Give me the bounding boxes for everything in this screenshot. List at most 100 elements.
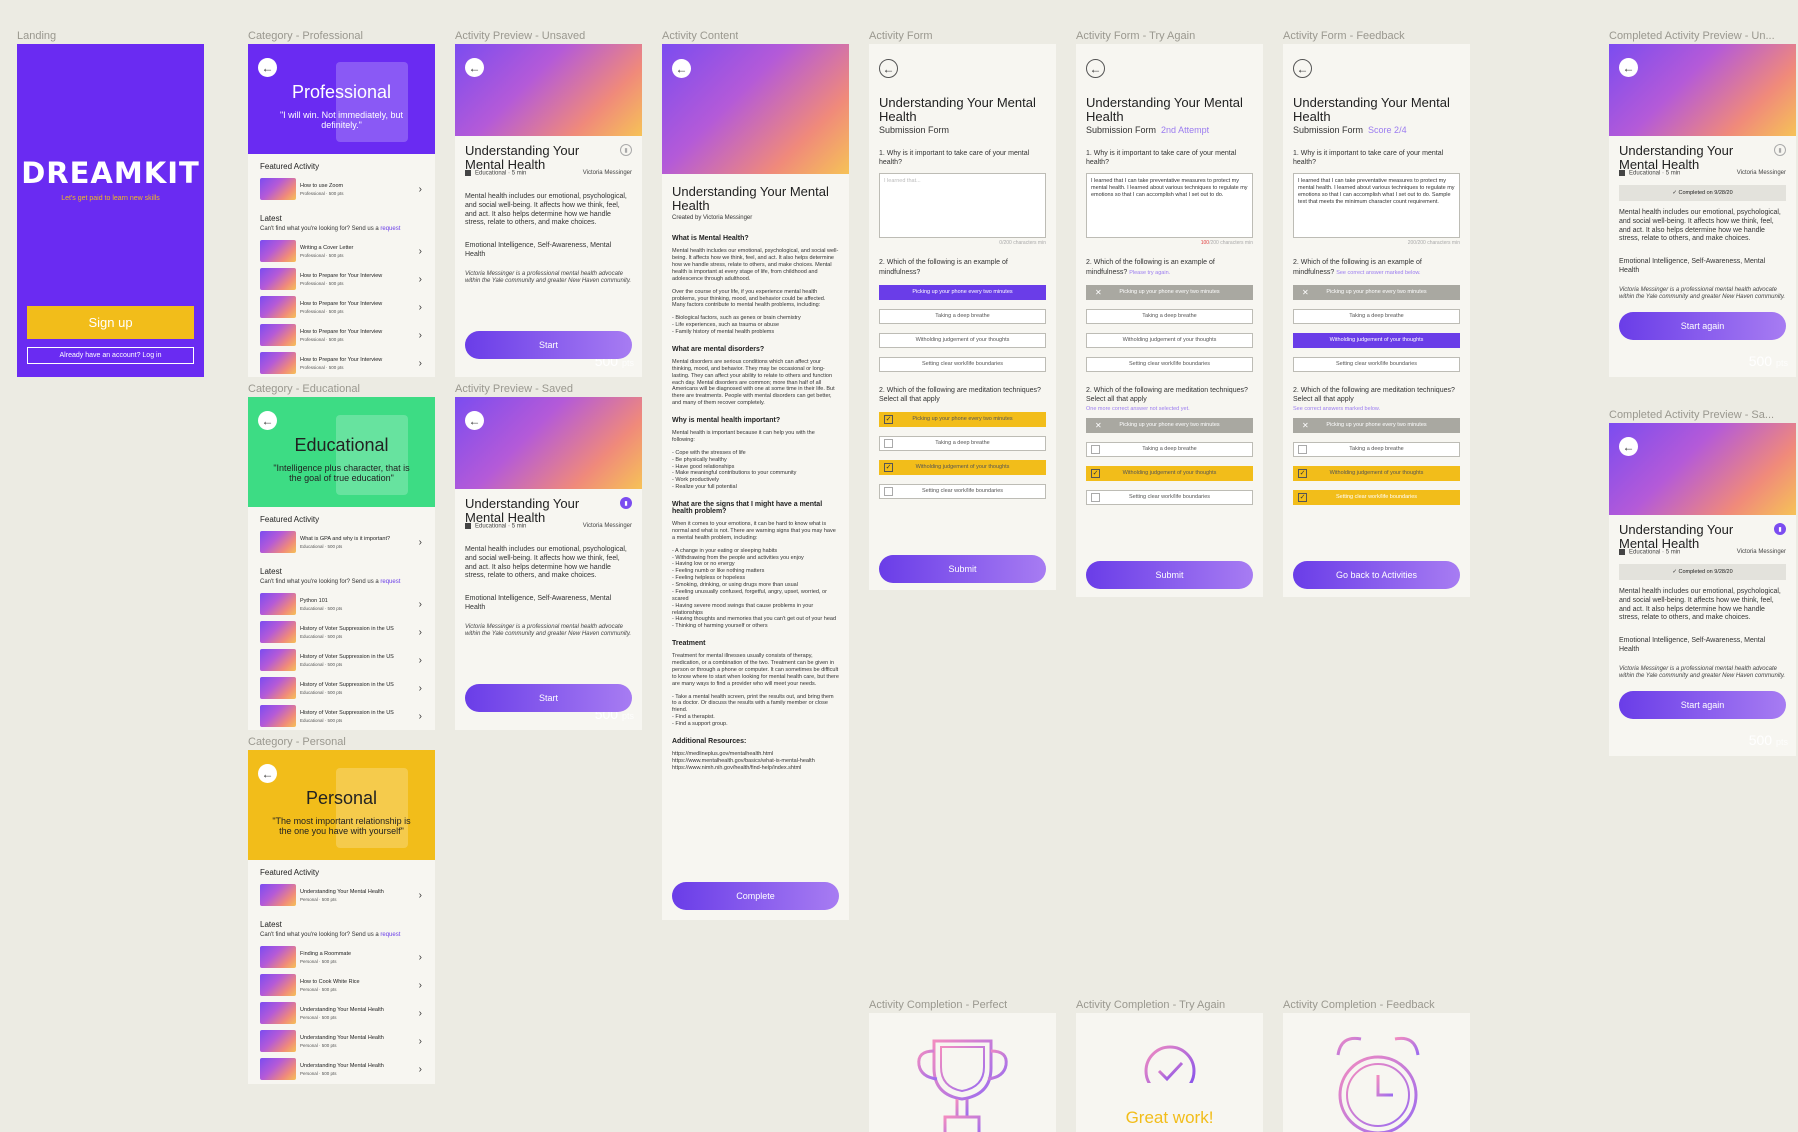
start-button[interactable]: Start bbox=[465, 331, 632, 359]
checkbox-option[interactable]: Setting clear work/life boundaries bbox=[879, 483, 1046, 499]
option-button[interactable]: Setting clear work/life boundaries bbox=[1086, 356, 1253, 372]
option-button[interactable]: Taking a deep breathe bbox=[879, 308, 1046, 324]
go-back-button[interactable]: Go back to Activities bbox=[1293, 561, 1460, 589]
question-2: 2. Which of the following is an example … bbox=[1293, 258, 1460, 276]
list-item[interactable]: Understanding Your Mental Health Personal… bbox=[260, 1058, 422, 1080]
score-badge: Score 2/4 bbox=[1368, 125, 1407, 136]
start-button[interactable]: Start bbox=[465, 684, 632, 712]
frame-label: Category - Educational bbox=[248, 383, 360, 395]
back-arrow-icon[interactable]: ← bbox=[258, 764, 277, 783]
back-arrow-icon[interactable]: ← bbox=[1619, 58, 1638, 77]
featured-activity-row[interactable]: Understanding Your Mental Health Personal… bbox=[260, 884, 422, 906]
activity-meta: Educational · 5 min Victoria Messinger bbox=[465, 523, 632, 530]
checkbox-option[interactable]: Taking a deep breathe bbox=[1086, 441, 1253, 457]
activity-skills: Emotional Intelligence, Self-Awareness, … bbox=[1619, 258, 1766, 274]
bookmark-icon[interactable]: ▮ bbox=[1774, 144, 1786, 156]
option-button[interactable]: Setting clear work/life boundaries bbox=[879, 356, 1046, 372]
form-subtitle: Submission Form bbox=[879, 125, 950, 136]
checkbox-option[interactable]: ✓ Witholding judgement of your thoughts bbox=[879, 459, 1046, 475]
activity-banner bbox=[455, 397, 642, 489]
signup-button[interactable]: Sign up bbox=[27, 306, 194, 339]
points-unit: pts bbox=[621, 711, 634, 721]
request-link[interactable]: request bbox=[380, 932, 400, 938]
activity-author: Victoria Messinger bbox=[1736, 549, 1786, 556]
bookmark-icon[interactable]: ▮ bbox=[620, 144, 632, 156]
login-button[interactable]: Already have an account? Log in bbox=[27, 347, 194, 364]
activity-title: History of Voter Suppression in the US bbox=[300, 653, 394, 660]
featured-activity-row[interactable]: How to use Zoom Professional · 500 pts › bbox=[260, 178, 422, 200]
checkbox-option[interactable]: Setting clear work/life boundaries bbox=[1086, 489, 1253, 505]
list-item[interactable]: Python 101 Educational · 500 pts › bbox=[260, 593, 422, 615]
back-arrow-icon[interactable]: ← bbox=[1086, 59, 1105, 78]
checkbox-option-label: Picking up your phone every two minutes bbox=[1326, 422, 1427, 429]
checkbox-option[interactable]: ✓ Picking up your phone every two minutes bbox=[879, 411, 1046, 427]
bookmark-icon[interactable]: ▮ bbox=[1774, 523, 1786, 535]
checkbox-option-label: Setting clear work/life boundaries bbox=[921, 488, 1003, 495]
option-button[interactable]: Witholding judgement of your thoughts bbox=[1086, 332, 1253, 348]
back-arrow-icon[interactable]: ← bbox=[672, 59, 691, 78]
activity-description: Mental health includes our emotional, ps… bbox=[1619, 588, 1781, 622]
list-item[interactable]: Writing a Cover Letter Professional · 500… bbox=[260, 240, 422, 262]
list-item[interactable]: History of Voter Suppression in the US Ed… bbox=[260, 621, 422, 643]
list-item[interactable]: Understanding Your Mental Health Personal… bbox=[260, 1030, 422, 1052]
category-title: Educational bbox=[294, 435, 389, 455]
content-heading: What are mental disorders? bbox=[672, 345, 765, 353]
back-arrow-icon[interactable]: ← bbox=[879, 59, 898, 78]
activity-author: Victoria Messinger bbox=[582, 523, 632, 530]
option-button[interactable]: Taking a deep breathe bbox=[1086, 308, 1253, 324]
frame-label: Completed Activity Preview - Sa... bbox=[1609, 409, 1775, 421]
checkbox-option[interactable]: Taking a deep breathe bbox=[879, 435, 1046, 451]
checkmark-icon: ✓ bbox=[1091, 468, 1100, 478]
question-2: 2. Which of the following is an example … bbox=[879, 259, 1008, 276]
checkbox-option[interactable]: ✕ Picking up your phone every two minutes bbox=[1086, 417, 1253, 433]
char-counter: 200/200 characters min bbox=[1407, 240, 1460, 247]
char-counter: 100/200 characters min bbox=[1086, 240, 1253, 246]
list-item[interactable]: Understanding Your Mental Health Personal… bbox=[260, 1002, 422, 1024]
start-again-button[interactable]: Start again bbox=[1619, 691, 1786, 719]
back-arrow-icon[interactable]: ← bbox=[465, 411, 484, 430]
submit-button[interactable]: Submit bbox=[1086, 561, 1253, 589]
content-paragraph: Treatment for mental illnesses usually c… bbox=[672, 653, 839, 687]
resource-links[interactable]: https://medlineplus.gov/mentalhealth.htm… bbox=[672, 751, 839, 772]
back-arrow-icon[interactable]: ← bbox=[1619, 437, 1638, 456]
option-button[interactable]: Witholding judgement of your thoughts bbox=[879, 332, 1046, 348]
activity-thumbnail bbox=[260, 352, 296, 374]
back-arrow-icon[interactable]: ← bbox=[465, 58, 484, 77]
featured-activity-row[interactable]: What is GPA and why is it important? Educ… bbox=[260, 531, 422, 553]
answer-textarea[interactable]: I learned that I can take preventative m… bbox=[1086, 173, 1253, 239]
content-author: Created by Victoria Messinger bbox=[672, 215, 753, 222]
list-item[interactable]: History of Voter Suppression in the US Ed… bbox=[260, 649, 422, 671]
activity-title: How to Prepare for Your Interview bbox=[300, 356, 383, 363]
activity-thumbnail bbox=[260, 1058, 296, 1080]
activity-thumbnail bbox=[260, 593, 296, 615]
list-item[interactable]: Finding a Roommate Personal · 500 pts › bbox=[260, 946, 422, 968]
answer-textarea[interactable]: I learned that... bbox=[879, 173, 1046, 239]
back-arrow-icon[interactable]: ← bbox=[258, 411, 277, 430]
list-item[interactable]: How to Prepare for Your Interview Profess… bbox=[260, 324, 422, 346]
list-item[interactable]: History of Voter Suppression in the US Ed… bbox=[260, 677, 422, 699]
complete-button[interactable]: Complete bbox=[672, 882, 839, 910]
option-button[interactable]: ✕ Picking up your phone every two minutes bbox=[1086, 284, 1253, 300]
landing-screen: DREAMKIT Let's get paid to learn new ski… bbox=[17, 44, 204, 377]
activity-meta: Professional · 500 pts bbox=[300, 190, 344, 196]
list-item[interactable]: How to Prepare for Your Interview Profess… bbox=[260, 352, 422, 374]
activity-category-text: Educational · 5 min bbox=[475, 523, 527, 530]
list-item[interactable]: How to Prepare for Your Interview Profess… bbox=[260, 296, 422, 318]
option-button[interactable]: Picking up your phone every two minutes bbox=[879, 284, 1046, 300]
bookmark-icon[interactable]: ▮ bbox=[620, 497, 632, 509]
start-again-button[interactable]: Start again bbox=[1619, 312, 1786, 340]
back-arrow-icon[interactable]: ← bbox=[1293, 59, 1312, 78]
request-link[interactable]: request bbox=[380, 579, 400, 585]
list-item[interactable]: How to Cook White Rice Personal · 500 pts… bbox=[260, 974, 422, 996]
list-item[interactable]: How to Prepare for Your Interview Profess… bbox=[260, 268, 422, 290]
back-arrow-icon[interactable]: ← bbox=[258, 58, 277, 77]
activity-description: Mental health includes our emotional, ps… bbox=[465, 546, 627, 580]
list-item[interactable]: History of Voter Suppression in the US Ed… bbox=[260, 705, 422, 727]
hint-text: See correct answers marked below. bbox=[1293, 405, 1381, 412]
submit-button[interactable]: Submit bbox=[879, 555, 1046, 583]
checkbox-option[interactable]: ✓ Witholding judgement of your thoughts bbox=[1086, 465, 1253, 481]
activity-content-screen: ← Understanding Your Mental Health Creat… bbox=[662, 44, 849, 920]
activity-thumbnail bbox=[260, 531, 296, 553]
request-link[interactable]: request bbox=[380, 226, 400, 232]
question-3: 2. Which of the following are meditation… bbox=[1293, 386, 1455, 403]
